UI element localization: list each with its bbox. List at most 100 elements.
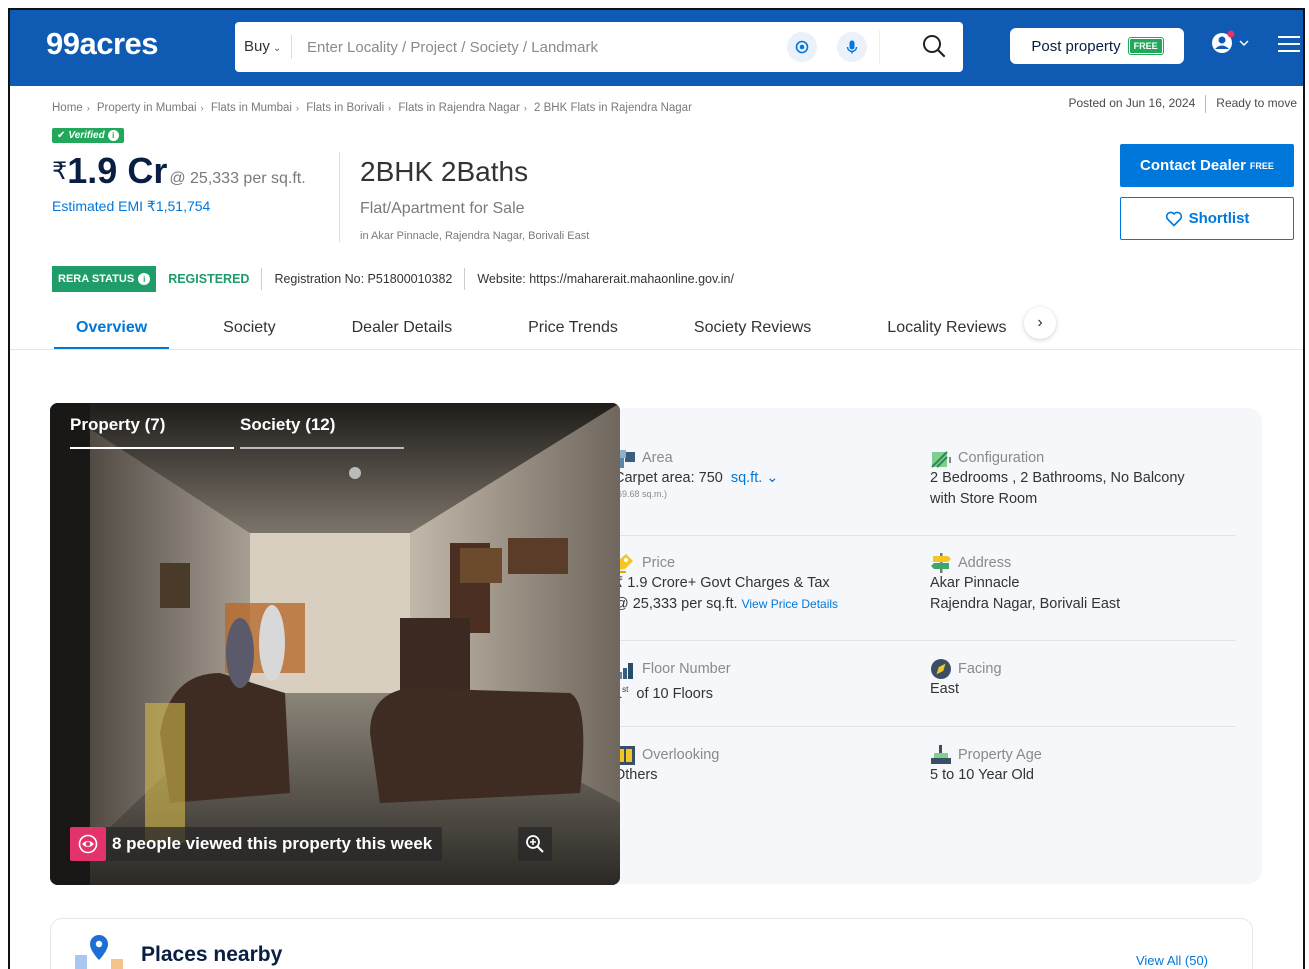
breadcrumb-item[interactable]: Flats in Borivali [306,102,384,114]
tab-price-trends[interactable]: Price Trends [528,306,618,350]
search-icon [923,35,946,58]
facing-value: East [930,681,960,697]
detail-configuration: Configuration 2 Bedrooms , 2 Bathrooms, … [930,448,1240,510]
breadcrumb-item[interactable]: 2 BHK Flats in Rajendra Nagar [534,102,692,114]
chevron-down-icon: ⌄ [272,43,282,54]
breadcrumb-item[interactable]: Property in Mumbai [97,102,197,114]
detail-address: Address Akar Pinnacle Rajendra Nagar, Bo… [930,553,1240,615]
rera-status-badge: RERA STATUS i [52,266,157,292]
rera-website: Website: https://maharerait.mahaonline.g… [464,268,746,290]
top-nav-bar: 99acres Buy⌄ Post property FREE [10,10,1303,86]
photo-gallery[interactable]: Property (7) Society (12) 8 people viewe… [50,403,620,885]
post-property-label: Post property [1031,37,1121,55]
tabs-next-button[interactable]: › [1024,307,1056,339]
signpost-icon [931,553,951,573]
verified-badge: ✔ Verified i [52,128,124,143]
contact-dealer-button[interactable]: Contact Dealer FREE [1120,144,1294,187]
rera-registration-number: Registration No: P51800010382 [261,268,464,290]
property-details-panel: Area Carpet area: 750 sq.ft. ⌄ (69.68 sq.… [582,408,1262,884]
area-unit-dropdown[interactable]: sq.ft. ⌄ [731,470,779,486]
address-line1: Akar Pinnacle [930,575,1020,591]
views-text: 8 people viewed this property this week [112,834,433,853]
zoom-button[interactable] [518,827,552,861]
posted-date: Posted on Jun 16, 2024 [1068,96,1196,111]
tab-locality-reviews[interactable]: Locality Reviews [887,306,1006,350]
configuration-label: Configuration [958,450,1045,466]
price-block: ₹1.9 Cr @ 25,333 per sq.ft. [52,150,306,192]
detail-price: Price ₹ 1.9 Crore+ Govt Charges & Tax @ … [614,553,924,615]
property-age-label: Property Age [958,747,1042,763]
price-per-sqft: @ 25,333 per sq.ft. [169,170,306,187]
shortlist-button[interactable]: Shortlist [1120,197,1294,240]
area-unit-label: sq.ft. [730,470,763,486]
price-label: Price [642,555,676,571]
property-location: in Akar Pinnacle, Rajendra Nagar, Boriva… [360,230,590,242]
divider [291,35,292,59]
verified-label: Verified [68,130,105,141]
location-target-button[interactable] [787,32,817,62]
shortlist-label: Shortlist [1188,210,1250,227]
facing-label: Facing [958,661,1002,677]
places-nearby-section: Places nearby View All (50) [50,918,1253,969]
tab-society[interactable]: Society [223,306,275,350]
tab-society-reviews[interactable]: Society Reviews [694,306,811,350]
info-icon[interactable]: i [138,273,151,285]
contact-dealer-label: Contact Dealer [1140,157,1246,174]
tab-dealer-details[interactable]: Dealer Details [352,306,452,350]
ready-status: Ready to move [1216,96,1297,111]
buy-dropdown[interactable]: Buy ⌄ [244,38,281,55]
configuration-line1: 2 Bedrooms , 2 Bathrooms, No Balcony [930,470,1185,486]
info-icon[interactable]: i [107,130,119,141]
hamburger-menu-icon[interactable] [1278,36,1300,56]
divider [602,535,1236,536]
property-age-value: 5 to 10 Year Old [930,767,1034,783]
configuration-icon [931,451,951,468]
view-price-details-link[interactable]: View Price Details [742,597,838,611]
detail-property-age: Property Age 5 to 10 Year Old [930,745,1240,786]
rera-status-label: RERA STATUS [58,273,135,285]
compass-icon [931,659,951,679]
property-photo [50,403,620,885]
breadcrumb-item[interactable]: Flats in Mumbai [211,102,292,114]
location-target-icon [795,40,809,54]
tab-gallery-property[interactable]: Property (7) [70,415,234,449]
tab-gallery-society[interactable]: Society (12) [240,415,404,449]
area-label: Area [642,450,673,466]
detail-floor: FFloor Number 1st of 10 Floors [614,659,924,705]
buy-label: Buy [244,38,270,55]
overlooking-label: Overlooking [642,747,720,763]
breadcrumb-item[interactable]: Home [52,102,83,114]
breadcrumb-item[interactable]: Flats in Rajendra Nagar [398,102,519,114]
views-badge: 8 people viewed this property this week [70,827,443,861]
rera-registered: REGISTERED [168,272,250,286]
floor-total: of 10 Floors [636,685,713,702]
divider [602,726,1236,727]
site-logo[interactable]: 99acres [46,26,159,62]
search-input[interactable] [307,35,767,59]
breadcrumb: Home › Property in Mumbai › Flats in Mumba… [52,102,692,114]
overlooking-value: Others [614,767,658,783]
chevron-right-icon: › [1037,314,1043,331]
area-value: Carpet area: 750 [614,470,723,486]
post-property-button[interactable]: Post property FREE [1010,28,1184,64]
view-all-places-link[interactable]: View All (50) [1136,953,1208,968]
places-nearby-title: Places nearby [141,943,283,966]
rera-row: RERA STATUS i REGISTERED Registration No:… [52,266,746,292]
zoom-in-icon [526,835,544,853]
heart-icon [1165,211,1182,226]
divider [602,640,1236,641]
floor-label: Floor Number [642,661,731,677]
free-badge: FREE [1127,37,1164,55]
posted-info: Posted on Jun 16, 2024 Ready to move [1068,95,1297,113]
estimated-emi-link[interactable]: Estimated EMI ₹1,51,754 [52,198,210,215]
price-amount: 1.9 Cr [67,150,168,191]
user-menu-button[interactable] [1210,30,1250,60]
detail-area: Area Carpet area: 750 sq.ft. ⌄ (69.68 sq.… [614,448,924,499]
map-pin-icon [75,935,123,969]
tab-overview[interactable]: Overview [53,306,170,350]
eye-icon [70,827,106,861]
page-frame: 99acres Buy⌄ Post property FREE [8,8,1305,969]
search-button[interactable] [921,33,951,63]
voice-search-button[interactable] [837,32,867,62]
search-box: Buy ⌄ [235,22,963,72]
